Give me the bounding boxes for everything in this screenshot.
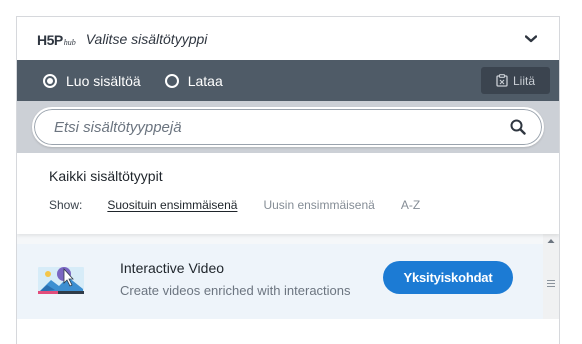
radio-unselected-icon[interactable] [164,73,179,88]
chevron-down-icon[interactable] [523,31,539,47]
hub-header[interactable]: H5P hub Valitse sisältötyyppi [17,17,559,60]
content-type-list: Interactive Video Create videos enriched… [17,234,559,319]
h5p-hub-logo: H5P hub [37,31,76,47]
sort-options: Show: Suosituin ensimmäisenä Uusin ensim… [49,198,559,212]
list-item[interactable]: Interactive Video Create videos enriched… [17,244,545,319]
header-title: Valitse sisältötyyppi [85,30,208,47]
list-scrollbar[interactable] [543,234,559,319]
item-description: Create videos enriched with interactions [120,283,351,298]
tab-upload-label: Lataa [187,72,223,89]
tab-create-content[interactable]: Luo sisältöä [43,73,141,89]
paste-button[interactable]: Liitä [481,67,550,94]
details-button[interactable]: Yksityiskohdat [383,261,513,294]
logo-h5p-text: H5P [37,31,63,48]
scroll-grip-icon[interactable] [547,280,555,287]
search-area [17,101,559,153]
clipboard-paste-icon [496,74,508,87]
paste-label: Liitä [512,73,535,88]
tab-create-label: Luo sisältöä [66,72,141,89]
sort-newest[interactable]: Uusin ensimmäisenä [263,198,374,212]
h5p-hub-panel: H5P hub Valitse sisältötyyppi Luo sisält… [16,16,560,344]
scroll-up-arrow-icon[interactable] [547,238,555,244]
radio-selected-icon[interactable] [43,73,57,88]
tab-upload[interactable]: Lataa [164,72,223,89]
content-type-list-header: Kaikki sisältötyypit Show: Suosituin ens… [17,153,559,234]
sort-show-label: Show: [49,198,83,212]
search-icon[interactable] [510,119,526,135]
sort-most-popular[interactable]: Suosituin ensimmäisenä [107,198,237,212]
item-title: Interactive Video [120,260,225,276]
search-input[interactable] [34,118,474,136]
sort-a-z[interactable]: A-Z [401,198,420,212]
search-box[interactable] [32,107,544,147]
source-tabbar: Luo sisältöä Lataa Liitä [17,60,559,101]
logo-hub-text: hub [63,37,76,47]
interactive-video-icon [38,267,84,294]
list-title: Kaikki sisältötyypit [49,168,163,184]
